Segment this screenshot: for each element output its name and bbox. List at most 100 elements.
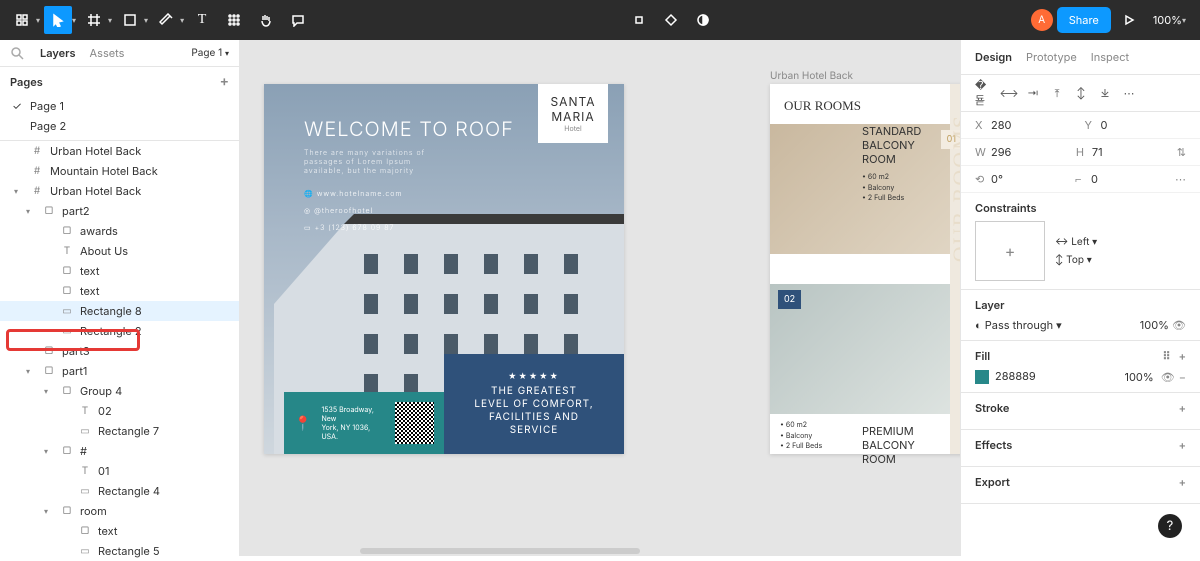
tab-layers[interactable]: Layers — [40, 46, 76, 60]
frame-tool-button[interactable] — [80, 6, 108, 34]
rectangle-layer-row[interactable]: ▭Rectangle 2 — [0, 321, 239, 341]
present-button[interactable] — [1115, 6, 1143, 34]
add-fill-button[interactable]: + — [1179, 349, 1186, 363]
add-effect-button[interactable]: + — [1179, 438, 1186, 452]
constraint-widget[interactable] — [975, 221, 1045, 281]
text-layer-row[interactable]: TAbout Us — [0, 241, 239, 261]
layers-panel: Layers Assets Page 1 ▾ Pages + ✓Page 1 P… — [0, 40, 240, 556]
frame-row[interactable]: ▾#Urban Hotel Back — [0, 181, 239, 201]
constrain-proportions-icon[interactable]: ⇅ — [1177, 145, 1186, 159]
group-row[interactable]: ▾▢part2 — [0, 201, 239, 221]
frame-label[interactable]: Urban Hotel Back — [770, 70, 853, 82]
tab-assets[interactable]: Assets — [90, 46, 125, 60]
add-page-button[interactable]: + — [220, 73, 229, 90]
horizontal-scrollbar[interactable] — [360, 548, 640, 554]
canvas[interactable]: WELCOME TO ROOF There are many variation… — [240, 40, 960, 556]
rotation-input[interactable]: 0° — [991, 172, 1003, 186]
rectangle-layer-row-selected[interactable]: ▭Rectangle 8 — [0, 301, 239, 321]
user-avatar[interactable]: A — [1031, 9, 1053, 31]
radius-input[interactable]: 0 — [1091, 172, 1098, 186]
fill-opacity[interactable]: 100% — [1125, 370, 1154, 384]
blend-mode-select[interactable]: ◐ Pass through ▾ — [975, 318, 1062, 332]
group-row[interactable]: ▾▢part1 — [0, 361, 239, 381]
hand-tool-button[interactable] — [252, 6, 280, 34]
text-layer-row[interactable]: T01 — [0, 461, 239, 481]
page-row[interactable]: Page 2 — [0, 116, 239, 136]
artboard-rooms[interactable]: OUR ROOMS 01 02 02 • 60 m2 • Balcony • 2… — [770, 84, 960, 454]
group-row[interactable]: ▢text — [0, 281, 239, 301]
zoom-dropdown[interactable]: 100%▾ — [1147, 13, 1192, 27]
w-input[interactable]: 296 — [991, 145, 1011, 159]
remove-fill-button[interactable]: − — [1179, 370, 1186, 384]
top-toolbar: ▾ ▾ ▾ ▾ ▾ T A Share — [0, 0, 1200, 40]
fill-style-icon[interactable]: ⠿ — [1163, 349, 1171, 363]
group-row[interactable]: ▢text — [0, 521, 239, 541]
page-selector[interactable]: Page 1 ▾ — [191, 47, 229, 59]
text-layer-row[interactable]: T02 — [0, 401, 239, 421]
group-row[interactable]: ▢text — [0, 261, 239, 281]
tagline: THE GREATEST — [474, 385, 593, 398]
room2-title: BALCONY — [862, 438, 915, 452]
align-left-icon[interactable]: �됻 — [975, 83, 995, 103]
frame-icon: # — [30, 165, 44, 177]
main-menu-button[interactable] — [8, 6, 36, 34]
y-input[interactable]: 0 — [1101, 118, 1108, 132]
fill-visibility-icon[interactable]: 👁 — [1161, 370, 1175, 384]
comment-tool-button[interactable] — [284, 6, 312, 34]
frame-row[interactable]: #Urban Hotel Back — [0, 141, 239, 161]
design-panel: Design Prototype Inspect �됻 ⟷ ⇥ ⤒ ↕ ⤓ ⋯ … — [960, 40, 1200, 556]
pen-icon — [159, 13, 173, 27]
frame-row[interactable]: #Mountain Hotel Back — [0, 161, 239, 181]
more-options-icon[interactable]: ⋯ — [1175, 172, 1186, 186]
room2-title: ROOM — [862, 452, 915, 466]
group-row[interactable]: ▢part3 — [0, 341, 239, 361]
align-bottom-icon[interactable]: ⤓ — [1095, 83, 1115, 103]
rectangle-layer-row[interactable]: ▭Rectangle 4 — [0, 481, 239, 501]
group-row[interactable]: ▾▢room — [0, 501, 239, 521]
x-input[interactable]: 280 — [991, 118, 1011, 132]
share-button[interactable]: Share — [1057, 7, 1111, 33]
text-tool-button[interactable]: T — [188, 6, 216, 34]
h-input[interactable]: 71 — [1092, 145, 1103, 159]
align-hcenter-icon[interactable]: ⟷ — [999, 83, 1019, 103]
page-row[interactable]: ✓Page 1 — [0, 96, 239, 116]
tab-prototype[interactable]: Prototype — [1026, 50, 1077, 64]
resources-button[interactable] — [220, 6, 248, 34]
chevron-down-icon: ▾ — [108, 15, 112, 25]
mask-button[interactable] — [657, 6, 685, 34]
more-align-icon[interactable]: ⋯ — [1119, 83, 1139, 103]
artboard-welcome[interactable]: WELCOME TO ROOF There are many variation… — [264, 84, 624, 454]
welcome-subtitle: There are many variations of passages of… — [304, 148, 454, 175]
search-icon[interactable] — [10, 46, 24, 60]
opacity-input[interactable]: 100% — [1140, 318, 1169, 332]
tab-inspect[interactable]: Inspect — [1091, 50, 1129, 64]
rectangle-layer-row[interactable]: ▭Rectangle 5 — [0, 541, 239, 561]
address-line2: York, NY 1036, USA. — [321, 423, 385, 441]
help-button[interactable]: ? — [1158, 514, 1182, 538]
boolean-button[interactable] — [689, 6, 717, 34]
shape-tool-button[interactable] — [116, 6, 144, 34]
rectangle-layer-row[interactable]: ▭Rectangle 7 — [0, 421, 239, 441]
add-export-button[interactable]: + — [1179, 475, 1186, 489]
group-row[interactable]: ▾▢# — [0, 441, 239, 461]
group-row[interactable]: ▾▢Group 4 — [0, 381, 239, 401]
feature: • Balcony — [780, 431, 822, 442]
visibility-icon[interactable]: 👁 — [1172, 318, 1186, 332]
group-row[interactable]: ▢awards — [0, 221, 239, 241]
constraint-v-select[interactable]: ↕ Top ▾ — [1055, 254, 1097, 266]
logo-line1: SANTA — [542, 94, 604, 109]
add-stroke-button[interactable]: + — [1179, 401, 1186, 415]
tab-design[interactable]: Design — [975, 50, 1012, 64]
component-button[interactable] — [625, 6, 653, 34]
constraint-h-select[interactable]: ↔ Left ▾ — [1055, 236, 1097, 248]
logo-line2: MARIA — [542, 109, 604, 124]
move-tool-button[interactable] — [44, 6, 72, 34]
align-right-icon[interactable]: ⇥ — [1023, 83, 1043, 103]
fill-color-row[interactable]: 288889 — [975, 369, 1036, 384]
align-vcenter-icon[interactable]: ↕ — [1071, 83, 1091, 103]
pen-tool-button[interactable] — [152, 6, 180, 34]
align-top-icon[interactable]: ⤒ — [1047, 83, 1067, 103]
alignment-row: �됻 ⟷ ⇥ ⤒ ↕ ⤓ ⋯ — [961, 75, 1200, 112]
figma-logo-icon — [15, 13, 29, 27]
logo-sub: Hotel — [542, 124, 604, 133]
